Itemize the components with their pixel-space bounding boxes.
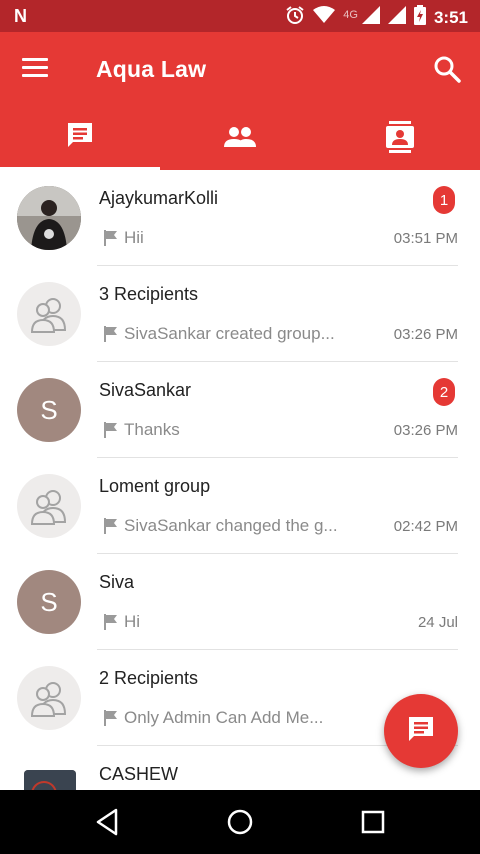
message-time: 02:42 PM xyxy=(393,518,458,535)
message-preview: Only Admin Can Add Me... xyxy=(124,708,324,727)
group-avatar xyxy=(17,282,81,346)
new-message-button[interactable] xyxy=(384,694,458,768)
signal-icon-1 xyxy=(361,6,380,29)
letter-avatar: S xyxy=(17,378,81,442)
status-bar: N 4G 3:51 xyxy=(0,0,480,32)
contact-name: CASHEW xyxy=(99,764,179,784)
system-nav-bar xyxy=(0,790,480,854)
flag-icon xyxy=(104,710,117,726)
app-title: Aqua Law xyxy=(96,56,207,82)
group-avatar xyxy=(17,666,81,730)
tab-bar xyxy=(0,108,480,170)
chat-icon xyxy=(65,120,95,155)
hamburger-menu-icon[interactable] xyxy=(22,58,50,82)
unread-badge: 1 xyxy=(433,186,455,214)
avatar xyxy=(17,186,81,250)
unread-badge: 2 xyxy=(433,378,455,406)
tab-contacts[interactable] xyxy=(320,108,480,170)
flag-icon xyxy=(104,422,117,438)
contact-name: 2 Recipients xyxy=(99,668,199,688)
message-time: 03:26 PM xyxy=(393,326,458,343)
contact-name: AjaykumarKolli xyxy=(99,188,219,208)
group-placeholder-icon xyxy=(30,490,67,525)
message-preview: Hi xyxy=(124,612,141,631)
contact-name: Loment group xyxy=(99,476,211,496)
flag-icon xyxy=(104,230,117,246)
contact-name: SivaSankar xyxy=(99,380,192,400)
signal-icon-2 xyxy=(387,6,406,29)
recents-icon[interactable] xyxy=(353,804,393,840)
message-preview: Thanks xyxy=(124,420,180,439)
conversation-row[interactable]: S SivaSankar 2 Thanks 03:26 PM xyxy=(0,362,480,458)
home-icon[interactable] xyxy=(220,804,260,840)
wifi-icon xyxy=(313,6,336,29)
battery-icon xyxy=(413,5,426,30)
group-avatar xyxy=(17,474,81,538)
tab-chats[interactable] xyxy=(0,108,160,170)
new-message-icon xyxy=(406,714,436,749)
conversation-row[interactable]: Loment group SivaSankar changed the g...… xyxy=(0,458,480,554)
message-time: 03:26 PM xyxy=(393,422,458,439)
message-time: 24 Jul xyxy=(417,614,458,631)
group-placeholder-icon xyxy=(30,682,67,717)
contact-name: Siva xyxy=(99,572,135,592)
flag-icon xyxy=(104,518,117,534)
message-preview: SivaSankar changed the g... xyxy=(124,516,338,535)
tab-groups[interactable] xyxy=(160,108,320,170)
group-icon xyxy=(223,125,257,154)
search-icon[interactable] xyxy=(432,54,464,86)
conversation-row[interactable]: AjaykumarKolli 1 Hii 03:51 PM xyxy=(0,170,480,266)
status-time: 3:51 xyxy=(433,7,468,27)
network-type-label: 4G xyxy=(343,8,358,21)
contact-name: 3 Recipients xyxy=(99,284,199,304)
contact-card-icon xyxy=(386,120,414,158)
conversation-row[interactable]: 3 Recipients SivaSankar created group...… xyxy=(0,266,480,362)
message-preview: Hii xyxy=(124,228,144,247)
conversation-row[interactable]: S Siva Hi 24 Jul xyxy=(0,554,480,650)
message-time: 03:51 PM xyxy=(393,230,458,247)
letter-avatar: S xyxy=(17,570,81,634)
back-icon[interactable] xyxy=(87,804,127,840)
flag-icon xyxy=(104,614,117,630)
app-bar: Aqua Law xyxy=(0,32,480,108)
group-placeholder-icon xyxy=(30,298,67,333)
alarm-icon xyxy=(285,5,305,30)
notification-app-icon: N xyxy=(14,6,27,26)
flag-icon xyxy=(104,326,117,342)
message-preview: SivaSankar created group... xyxy=(124,324,335,343)
avatar xyxy=(24,770,76,790)
